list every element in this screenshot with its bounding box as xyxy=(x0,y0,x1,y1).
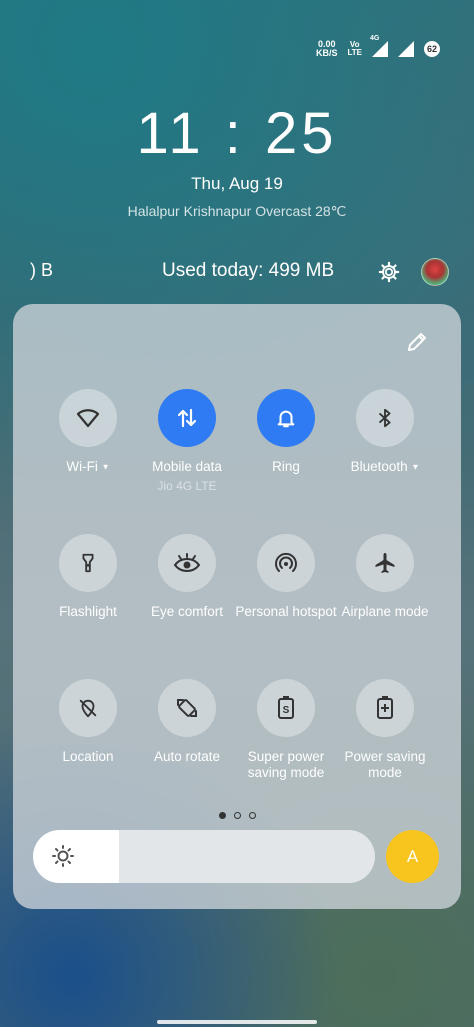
tile-auto-rotate[interactable]: Auto rotate xyxy=(132,679,242,765)
mobile-data-icon[interactable] xyxy=(158,389,216,447)
tile-label: Mobile data xyxy=(152,459,222,474)
page-dot[interactable] xyxy=(218,812,226,819)
super-power-saving-icon[interactable]: S xyxy=(257,679,315,737)
wifi-icon[interactable] xyxy=(59,389,117,447)
speed-unit: KB/S xyxy=(315,48,338,58)
status-bar: 0.00 KB/S Vo LTE 4G 62 xyxy=(316,35,440,60)
page-dot[interactable] xyxy=(233,812,241,819)
tile-label: Bluetooth xyxy=(350,459,408,474)
tile-label: Power saving mode xyxy=(344,749,426,780)
network-type: 4G xyxy=(370,35,380,42)
eye-icon[interactable] xyxy=(158,534,216,592)
signal-icon xyxy=(398,41,414,57)
sun-icon xyxy=(52,845,74,867)
svg-text:S: S xyxy=(283,705,290,716)
tile-power-saving[interactable]: Power saving mode xyxy=(330,679,440,781)
edit-icon[interactable] xyxy=(405,330,429,354)
battery-level: 62 xyxy=(426,44,437,54)
home-indicator[interactable] xyxy=(157,1020,317,1024)
tile-flashlight[interactable]: Flashlight xyxy=(33,534,143,620)
signal-4g-icon: 4G xyxy=(370,35,388,57)
brightness-fill xyxy=(33,830,119,883)
battery-icon: 62 xyxy=(424,41,440,57)
tile-label: Eye comfort xyxy=(150,604,224,619)
tile-personal-hotspot[interactable]: Personal hotspot xyxy=(231,534,341,620)
tile-location[interactable]: Location xyxy=(33,679,143,765)
tile-super-power-saving[interactable]: S Super power saving mode xyxy=(231,679,341,781)
flashlight-icon[interactable] xyxy=(59,534,117,592)
gear-icon[interactable] xyxy=(378,261,400,283)
clock: 11 : 25 xyxy=(136,101,338,166)
tile-mobile-data[interactable]: Mobile data Jio 4G LTE xyxy=(132,389,242,493)
page-indicator xyxy=(13,812,461,819)
tile-sublabel: Jio 4G LTE xyxy=(157,479,217,493)
volte-bottom: LTE xyxy=(347,48,362,57)
tile-label: Ring xyxy=(272,459,300,474)
weather: Halalpur Krishnapur Overcast 28℃ xyxy=(127,203,347,219)
tile-label: Location xyxy=(62,749,114,764)
hotspot-icon[interactable] xyxy=(257,534,315,592)
volte-indicator: Vo LTE xyxy=(347,41,362,57)
data-usage-partial: ) B xyxy=(30,260,54,280)
tile-eye-comfort[interactable]: Eye comfort xyxy=(132,534,242,620)
page-dot[interactable] xyxy=(248,812,256,819)
tile-ring[interactable]: Ring xyxy=(231,389,341,475)
chevron-down-icon: ▼ xyxy=(411,462,420,472)
tile-label: Auto rotate xyxy=(153,749,221,764)
auto-brightness-button[interactable]: A xyxy=(386,830,439,883)
bluetooth-icon[interactable] xyxy=(356,389,414,447)
power-saving-icon[interactable] xyxy=(356,679,414,737)
airplane-icon[interactable] xyxy=(356,534,414,592)
tile-label: Super power saving mode xyxy=(247,749,325,780)
quick-settings-panel: Wi-Fi ▼ Mobile data Jio 4G LTE Ring Blue… xyxy=(13,304,461,909)
chevron-down-icon: ▼ xyxy=(101,462,110,472)
data-usage-row: ) B Used today: 499 MB xyxy=(0,258,474,286)
auto-rotate-icon[interactable] xyxy=(158,679,216,737)
date: Thu, Aug 19 xyxy=(191,174,283,193)
tile-label: Personal hotspot xyxy=(235,604,337,619)
data-used-today: Used today: 499 MB xyxy=(162,260,335,281)
tile-airplane-mode[interactable]: Airplane mode xyxy=(330,534,440,620)
bell-icon[interactable] xyxy=(257,389,315,447)
network-speed: 0.00 KB/S xyxy=(316,40,338,58)
brightness-slider[interactable] xyxy=(33,830,375,883)
tile-label: Wi-Fi xyxy=(66,459,98,474)
tile-wifi[interactable]: Wi-Fi ▼ xyxy=(33,389,143,475)
tile-label: Airplane mode xyxy=(341,604,429,619)
location-off-icon[interactable] xyxy=(59,679,117,737)
tile-label: Flashlight xyxy=(59,604,117,619)
avatar[interactable] xyxy=(421,258,449,286)
tile-bluetooth[interactable]: Bluetooth ▼ xyxy=(330,389,440,475)
